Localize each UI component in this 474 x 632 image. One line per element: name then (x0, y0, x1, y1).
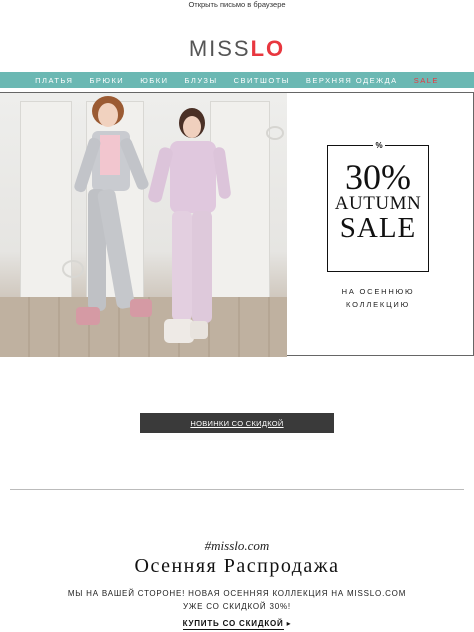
promo-subtitle: НА ОСЕННЮЮ КОЛЛЕКЦИЮ (327, 285, 429, 311)
nav-item-sale[interactable]: SALE (406, 76, 447, 85)
section-body-line2: УЖЕ СО СКИДКОЙ 30%! (183, 602, 291, 611)
section-body: МЫ НА ВАШЕЙ СТОРОНЕ! НОВАЯ ОСЕННЯЯ КОЛЛЕ… (0, 587, 474, 613)
percent-mark: % (373, 141, 385, 150)
promo-autumn: AUTUMN (334, 193, 422, 214)
logo-text-lo: LO (250, 36, 286, 61)
open-in-browser-link[interactable]: Открыть письмо в браузере (188, 0, 285, 9)
hero-photo[interactable] (0, 93, 287, 357)
buy-link-label[interactable]: КУПИТЬ СО СКИДКОЙ (182, 619, 284, 630)
brand-logo[interactable]: MISSLO (0, 36, 474, 62)
category-nav: ПЛАТЬЯ БРЮКИ ЮБКИ БЛУЗЫ СВИТШОТЫ ВЕРХНЯЯ… (0, 72, 474, 88)
promo-sub-line2: КОЛЛЕКЦИЮ (346, 300, 410, 309)
promo-sub-line1: НА ОСЕННЮЮ (341, 287, 415, 296)
section-body-line1: МЫ НА ВАШЕЙ СТОРОНЕ! НОВАЯ ОСЕННЯЯ КОЛЛЕ… (67, 589, 407, 598)
sale-promo-box[interactable]: % 30% AUTUMN SALE (327, 141, 429, 272)
new-with-discount-button[interactable]: НОВИНКИ СО СКИДКОЙ (140, 413, 334, 433)
nav-item-outerwear[interactable]: ВЕРХНЯЯ ОДЕЖДА (298, 76, 406, 85)
arrow-right-icon: ▸ (286, 619, 292, 628)
divider (10, 489, 464, 490)
nav-item-dresses[interactable]: ПЛАТЬЯ (27, 76, 81, 85)
hashtag: #misslo.com (204, 538, 270, 553)
promo-percent: 30% (345, 157, 411, 197)
nav-item-sweatshirts[interactable]: СВИТШОТЫ (226, 76, 298, 85)
nav-item-trousers[interactable]: БРЮКИ (81, 76, 132, 85)
preheader: Открыть письмо в браузере (0, 0, 474, 9)
logo-text-miss: MISS (188, 36, 251, 61)
nav-item-skirts[interactable]: ЮБКИ (132, 76, 176, 85)
nav-item-blouses[interactable]: БЛУЗЫ (176, 76, 225, 85)
models-illustration (62, 96, 284, 343)
promo-sale: SALE (339, 212, 417, 244)
section-title: Осенняя Распродажа (134, 555, 340, 577)
buy-with-discount-link[interactable]: КУПИТЬ СО СКИДКОЙ ▸ (0, 619, 474, 630)
